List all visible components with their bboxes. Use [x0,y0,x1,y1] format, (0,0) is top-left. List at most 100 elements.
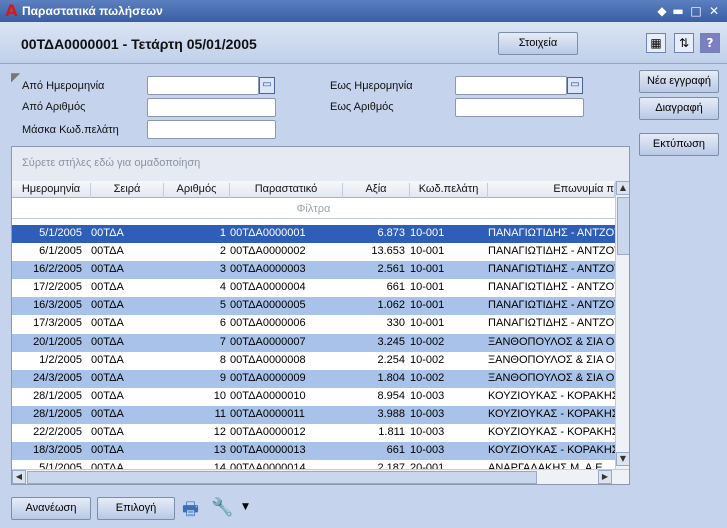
to-number-label: Εως Αριθμός [330,101,394,113]
col-header-value[interactable]: Αξία [343,183,410,198]
cell-customer-code: 10-003 [410,389,445,402]
cell-date: 6/1/2005 [39,245,82,258]
delete-button[interactable]: Διαγραφή [639,97,719,120]
cell-customer-code: 10-002 [410,353,445,366]
scroll-down-icon[interactable]: ▼ [616,452,629,466]
table-row[interactable]: 18/3/2005 00ΤΔΑ 13 00ΤΔΑ0000013 661 10-003 ΚΟΥ… [12,442,615,461]
refresh-button[interactable]: Ανανέωση [11,497,91,520]
to-number-field[interactable] [455,98,584,117]
cell-series: 00ΤΔΑ [91,426,124,439]
cell-number: 2 [219,245,226,258]
cell-date: 17/3/2005 [33,317,82,330]
table-row[interactable]: 6/1/2005 00ΤΔΑ 2 00ΤΔΑ0000002 13.653 10-001 ΠΑ… [12,243,615,261]
cell-number: 11 [214,407,226,420]
table-row[interactable]: 24/3/2005 00ΤΔΑ 9 00ΤΔΑ0000009 1.804 10-002 ΞΑ… [12,369,615,388]
horizontal-scroll-thumb[interactable] [27,471,537,484]
details-button[interactable]: Στοιχεία [498,32,578,55]
table-row[interactable]: 16/2/2005 00ΤΔΑ 3 00ΤΔΑ0000003 2.561 10-001 ΠΑ… [12,261,615,280]
cell-value: 13.653 [371,245,405,258]
cell-series: 00ΤΔΑ [91,371,124,384]
cell-document: 00ΤΔΑ0000007 [230,335,306,348]
cell-name: ΠΑΝΑΓΙΩΤΙΔΗΣ - ΑΝΤΖΟΥ [488,281,615,294]
col-header-name[interactable]: Επωνυμία π [488,183,615,198]
print-button[interactable]: Εκτύπωση [639,133,719,156]
cell-series: 00ΤΔΑ [91,245,124,258]
from-number-field[interactable] [147,98,276,117]
cell-number: 10 [213,389,226,402]
cell-customer-code: 10-001 [410,317,445,330]
cell-series: 00ΤΔΑ [91,407,124,420]
wrench-icon[interactable]: 🔧 [211,497,233,518]
col-header-series[interactable]: Σειρά [91,183,164,198]
scroll-right-icon[interactable]: ▶ [598,470,612,484]
printer-icon[interactable]: 🖶 [182,497,199,527]
cell-name: ΞΑΝΘΟΠΟΥΛΟΣ & ΣΙΑ Ο.Ε [488,371,615,384]
to-date-calendar-icon[interactable]: ▭ [567,77,583,94]
help-icon[interactable]: ? [700,33,720,53]
vertical-scroll-thumb[interactable] [617,197,629,255]
table-row[interactable]: 28/1/2005 00ΤΔΑ 10 00ΤΔΑ0000010 8.954 10-003 Κ… [12,388,615,406]
from-date-field[interactable] [147,76,259,95]
cell-date: 1/2/2005 [39,353,82,366]
cell-customer-code: 10-001 [410,227,445,239]
new-entry-button[interactable]: Νέα εγγραφή [639,70,719,93]
pin-icon[interactable]: ◆ [655,4,669,18]
maximize-icon[interactable]: □ [689,4,703,18]
footer-bar: Ανανέωση Επιλογή 🖶 🔧 ▼ [0,492,727,528]
cell-document: 00ΤΔΑ0000009 [230,371,306,384]
cell-name: ΞΑΝΘΟΠΟΥΛΟΣ & ΣΙΑ Ο.Ε [488,353,615,366]
cell-document: 00ΤΔΑ0000013 [230,444,306,457]
vertical-scrollbar[interactable]: ▲ ▼ [615,181,629,469]
to-date-field[interactable] [455,76,567,95]
app-logo-icon: A [5,1,18,20]
select-button[interactable]: Επιλογή [97,497,175,520]
cell-customer-code: 10-001 [410,263,445,276]
table-row[interactable]: 17/2/2005 00ΤΔΑ 4 00ΤΔΑ0000004 661 10-001 ΠΑΝΑ… [12,279,615,297]
cell-document: 00ΤΔΑ0000006 [230,317,306,330]
cell-series: 00ΤΔΑ [91,389,124,402]
scroll-up-icon[interactable]: ▲ [616,181,629,195]
cell-document: 00ΤΔΑ0000004 [230,281,306,294]
customer-mask-field[interactable] [147,120,276,139]
table-row[interactable]: 20/1/2005 00ΤΔΑ 7 00ΤΔΑ0000007 3.245 10-002 ΞΑ… [12,333,615,352]
cell-value: 1.062 [377,299,405,312]
cell-name: ΠΑΝΑΓΙΩΤΙΔΗΣ - ΑΝΤΖΟΥ [488,227,615,239]
close-icon[interactable]: ✕ [707,4,721,18]
cell-value: 3.988 [377,407,405,420]
sort-icon[interactable]: ⇅ [674,33,694,53]
table-row[interactable]: 17/3/2005 00ΤΔΑ 6 00ΤΔΑ0000006 330 10-001 ΠΑΝΑ… [12,315,615,333]
table-row[interactable]: 16/3/2005 00ΤΔΑ 5 00ΤΔΑ0000005 1.062 10-001 ΠΑ… [12,297,615,316]
cell-number: 13 [213,444,226,457]
group-by-area[interactable]: Σύρετε στήλες εδώ για ομαδοποίηση [12,147,629,181]
cell-value: 661 [386,281,405,294]
cell-series: 00ΤΔΑ [91,227,124,239]
filter-panel: ◤ Από Ημερομηνία ▭ Από Αριθμός Μάσκα Κωδ… [0,64,632,144]
table-row[interactable]: 28/1/2005 00ΤΔΑ 11 00ΤΔΑ0000011 3.988 10-003 Κ… [12,405,615,425]
grid-filter-row[interactable]: Φίλτρα [12,199,615,219]
cell-document: 00ΤΔΑ0000001 [230,227,306,239]
scroll-left-icon[interactable]: ◀ [12,470,26,484]
table-row[interactable]: 22/2/2005 00ΤΔΑ 12 00ΤΔΑ0000012 1.811 10-003 Κ… [12,424,615,442]
col-header-document[interactable]: Παραστατικό [230,183,343,198]
col-header-date[interactable]: Ημερομηνία [12,183,91,198]
minimize-icon[interactable]: ▬ [671,4,685,18]
cell-date: 28/1/2005 [33,407,82,420]
table-row[interactable]: 5/1/2005 00ΤΔΑ 1 00ΤΔΑ0000001 6.873 10-001 ΠΑΝ… [12,225,615,244]
col-header-number[interactable]: Αριθμός [164,183,230,198]
cell-name: ΠΑΝΑΓΙΩΤΙΔΗΣ - ΑΝΤΖΟΥ [488,263,615,276]
cell-date: 16/2/2005 [33,263,82,276]
cell-customer-code: 10-003 [410,444,445,457]
horizontal-scrollbar[interactable]: ◀ ▶ [12,469,629,484]
cell-number: 5 [219,299,226,312]
cell-date: 22/2/2005 [33,426,82,439]
cell-customer-code: 10-001 [410,299,445,312]
cell-value: 2.561 [377,263,405,276]
dropdown-arrow-icon[interactable]: ▼ [242,502,249,512]
from-date-calendar-icon[interactable]: ▭ [259,77,275,94]
col-header-customer-code[interactable]: Κωδ.πελάτη [410,183,488,198]
cell-name: ΠΑΝΑΓΙΩΤΙΔΗΣ - ΑΝΤΖΟΥ [488,317,615,330]
cell-customer-code: 10-002 [410,335,445,348]
table-row[interactable]: 1/2/2005 00ΤΔΑ 8 00ΤΔΑ0000008 2.254 10-002 ΞΑΝ… [12,352,615,370]
cell-customer-code: 10-003 [410,407,445,420]
grid-view-icon[interactable]: ▦ [646,33,666,53]
